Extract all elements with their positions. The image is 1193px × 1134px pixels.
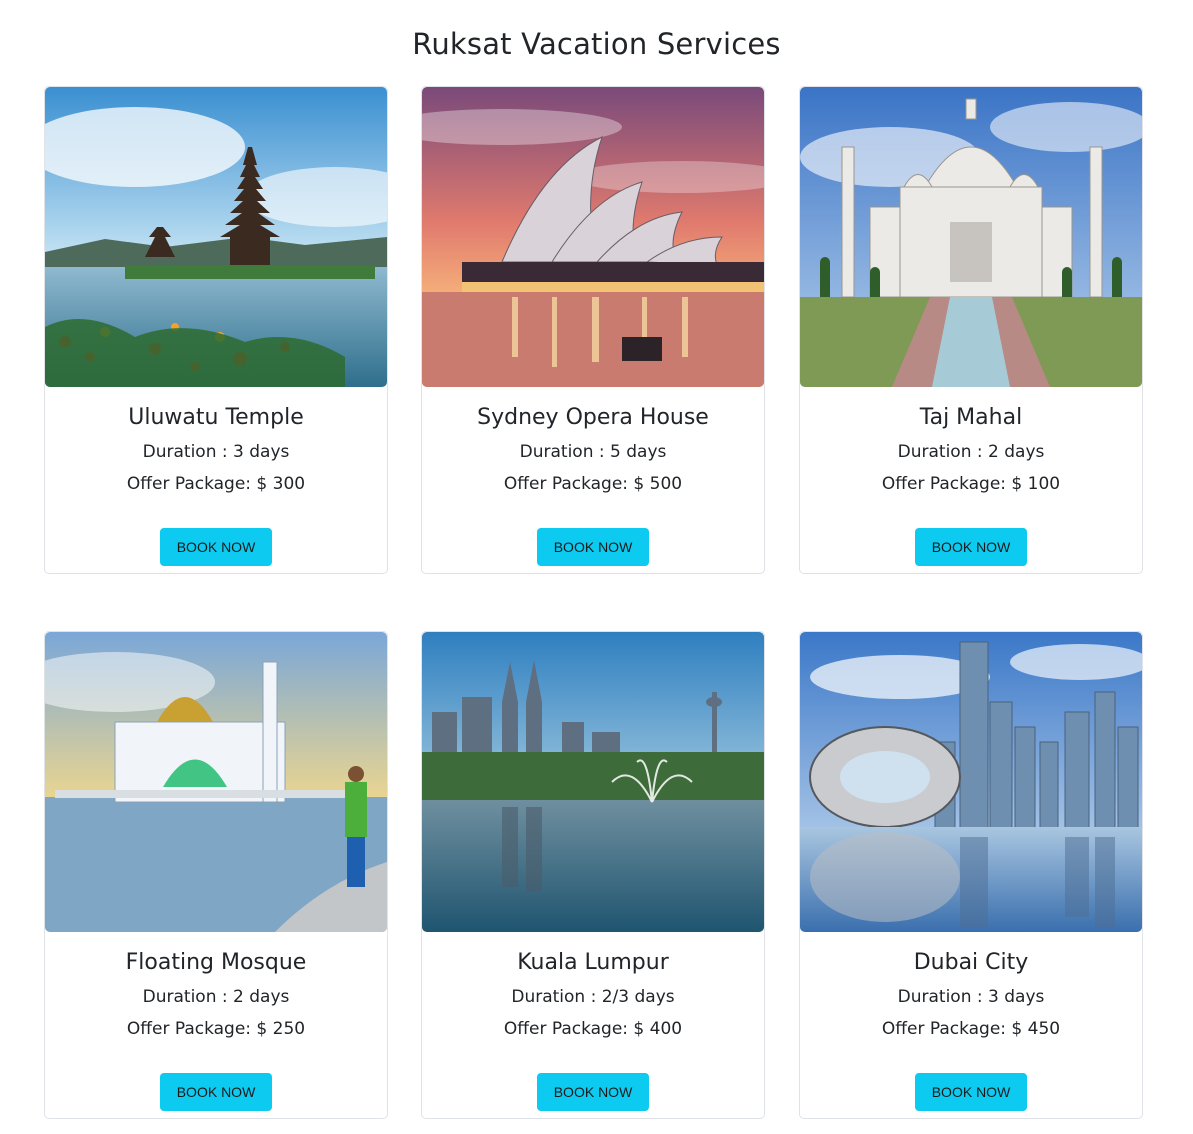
book-now-button[interactable]: BOOK NOW [915,1073,1027,1111]
package-card-floating-mosque: Floating Mosque Duration : 2 days Offer … [44,631,388,1119]
package-card-taj-mahal: Taj Mahal Duration : 2 days Offer Packag… [799,86,1143,574]
package-card-dubai-city: Dubai City Duration : 3 days Offer Packa… [799,631,1143,1119]
destination-name: Taj Mahal [919,405,1023,430]
offer-price-text: Offer Package: $ 450 [881,1019,1061,1039]
page-title: Ruksat Vacation Services [412,27,781,61]
package-card-sydney-opera-house: Sydney Opera House Duration : 5 days Off… [421,86,765,574]
opera-house-sunset-photo [422,87,764,387]
book-now-button[interactable]: BOOK NOW [915,528,1027,566]
duration-text: Duration : 2 days [142,987,290,1007]
dubai-skyline-photo [800,632,1142,932]
duration-text: Duration : 5 days [519,442,667,462]
offer-price-text: Offer Package: $ 400 [503,1019,683,1039]
book-now-button[interactable]: BOOK NOW [160,528,272,566]
floating-mosque-photo [45,632,387,932]
package-card-kuala-lumpur: Kuala Lumpur Duration : 2/3 days Offer P… [421,631,765,1119]
destination-name: Uluwatu Temple [128,405,304,430]
book-now-button[interactable]: BOOK NOW [537,528,649,566]
offer-price-text: Offer Package: $ 250 [126,1019,306,1039]
destination-name: Kuala Lumpur [517,950,669,975]
duration-text: Duration : 2/3 days [511,987,675,1007]
offer-price-text: Offer Package: $ 500 [503,474,683,494]
duration-text: Duration : 3 days [142,442,290,462]
book-now-button[interactable]: BOOK NOW [160,1073,272,1111]
duration-text: Duration : 2 days [897,442,1045,462]
book-now-button[interactable]: BOOK NOW [537,1073,649,1111]
offer-price-text: Offer Package: $ 300 [126,474,306,494]
destination-name: Dubai City [913,950,1029,975]
kuala-lumpur-skyline-photo [422,632,764,932]
offer-price-text: Offer Package: $ 100 [881,474,1061,494]
destination-name: Floating Mosque [125,950,307,975]
duration-text: Duration : 3 days [897,987,1045,1007]
destination-name: Sydney Opera House [477,405,709,430]
page: Ruksat Vacation Services Uluwatu Temple … [0,0,1193,1134]
package-card-uluwatu-temple: Uluwatu Temple Duration : 3 days Offer P… [44,86,388,574]
temple-on-lake-photo [45,87,387,387]
taj-mahal-photo [800,87,1142,387]
